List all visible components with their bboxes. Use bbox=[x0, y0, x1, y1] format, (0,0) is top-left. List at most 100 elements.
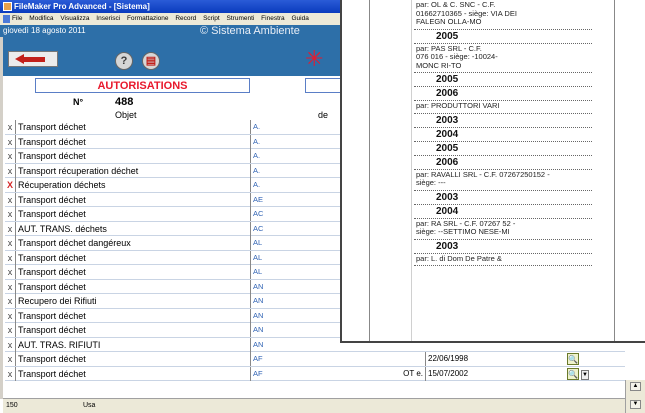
menu-inserisci[interactable]: Inserisci bbox=[96, 15, 120, 22]
table-row[interactable]: x Transport déchet AF OT e. 15/07/2002 🔍 ▼ bbox=[5, 366, 625, 381]
search-icon[interactable]: 🔍 bbox=[567, 367, 579, 380]
menu-formattazione[interactable]: Formattazione bbox=[127, 15, 169, 22]
delete-mark-icon[interactable]: x bbox=[5, 338, 15, 352]
delete-mark-icon[interactable]: x bbox=[5, 251, 15, 265]
code-cell[interactable]: AN bbox=[250, 337, 340, 352]
delete-mark-icon[interactable]: x bbox=[5, 164, 15, 178]
object-cell[interactable]: Transport récuperation déchet bbox=[15, 163, 250, 178]
delete-mark-icon[interactable]: x bbox=[5, 265, 15, 279]
delete-mark-icon[interactable]: x bbox=[5, 193, 15, 207]
object-cell[interactable]: Récuperation déchets bbox=[15, 178, 250, 192]
object-cell[interactable]: Transport déchet bbox=[15, 192, 250, 207]
code-cell[interactable]: AN bbox=[250, 323, 340, 337]
search-icon[interactable]: 🔍 bbox=[567, 353, 579, 365]
mode-selector[interactable]: Usa bbox=[83, 399, 95, 413]
menu-finestra[interactable]: Finestra bbox=[261, 15, 284, 22]
table-row[interactable]: x Transport déchet AF 22/06/1998 🔍 bbox=[5, 352, 625, 367]
code-cell[interactable]: AN bbox=[250, 308, 340, 323]
object-cell[interactable]: Transport déchet dangéreux bbox=[15, 236, 250, 250]
delete-mark-icon[interactable]: x bbox=[5, 236, 15, 250]
object-cell[interactable]: Transport déchet bbox=[15, 352, 250, 366]
scroll-down-icon[interactable]: ▼ bbox=[630, 400, 641, 409]
document-icon[interactable] bbox=[3, 15, 10, 23]
object-cell[interactable]: Transport déchet bbox=[15, 265, 250, 279]
year-entry[interactable]: 2003 bbox=[414, 240, 592, 254]
menu-visualizza[interactable]: Visualizza bbox=[60, 15, 89, 22]
client-cell[interactable]: OT e. bbox=[335, 367, 425, 381]
year-entry[interactable]: 2006 bbox=[414, 156, 592, 170]
dropdown-icon[interactable]: ▼ bbox=[581, 369, 589, 380]
delete-mark-icon[interactable]: x bbox=[5, 367, 15, 381]
object-cell[interactable]: Transport déchet bbox=[15, 279, 250, 294]
menu-guida[interactable]: Guida bbox=[291, 15, 308, 22]
menu-strumenti[interactable]: Strumenti bbox=[227, 15, 255, 22]
object-cell[interactable]: Transport déchet bbox=[15, 308, 250, 323]
sheet-button[interactable]: ▤ bbox=[142, 52, 160, 70]
code-cell[interactable]: A. bbox=[250, 120, 340, 134]
number-value[interactable]: 488 bbox=[115, 96, 133, 108]
code-cell[interactable]: AN bbox=[250, 279, 340, 294]
menu-modifica[interactable]: Modifica bbox=[29, 15, 53, 22]
code-cell[interactable]: AC bbox=[250, 207, 340, 221]
year-entry[interactable]: 2005 bbox=[414, 30, 592, 44]
year-entry[interactable]: 2003 bbox=[414, 114, 592, 128]
year-entry[interactable]: 2004 bbox=[414, 128, 592, 142]
delete-mark-icon[interactable]: X bbox=[5, 178, 15, 192]
object-cell[interactable]: Transport déchet bbox=[15, 134, 250, 149]
object-cell[interactable]: Transport déchet bbox=[15, 120, 250, 134]
date-cell[interactable]: 22/06/1998 bbox=[425, 352, 490, 366]
delete-mark-icon[interactable]: x bbox=[5, 222, 15, 236]
delete-mark-icon[interactable]: x bbox=[5, 149, 15, 163]
producer-entry[interactable]: par: PRODUTTORI VARI bbox=[414, 101, 592, 114]
object-cell[interactable]: AUT. TRANS. déchets bbox=[15, 221, 250, 236]
object-cell[interactable]: Transport déchet bbox=[15, 366, 250, 381]
menu-script[interactable]: Script bbox=[203, 15, 220, 22]
object-cell[interactable]: Transport déchet bbox=[15, 149, 250, 163]
delete-mark-icon[interactable]: x bbox=[5, 120, 15, 134]
delete-mark-icon[interactable]: x bbox=[5, 207, 15, 221]
producer-entry[interactable]: par: OL & C. SNC - C.F. 01662710365 - si… bbox=[414, 0, 592, 30]
scroll-up-icon[interactable]: ▲ bbox=[630, 382, 641, 391]
delete-mark-icon[interactable]: x bbox=[5, 309, 15, 323]
code-cell[interactable]: A. bbox=[250, 134, 340, 149]
year-entry[interactable]: 2004 bbox=[414, 205, 592, 219]
code-cell[interactable]: AL bbox=[250, 265, 340, 279]
delete-mark-icon[interactable]: x bbox=[5, 135, 15, 149]
producer-entry[interactable]: par: L. di Dom De Patre & bbox=[414, 254, 592, 266]
object-cell[interactable]: AUT. TRAS. RIFIUTI bbox=[15, 337, 250, 352]
code-cell[interactable]: AL bbox=[250, 250, 340, 265]
code-cell[interactable]: AL bbox=[250, 236, 340, 250]
delete-mark-icon[interactable]: x bbox=[5, 352, 15, 366]
year-entry[interactable]: 2006 bbox=[414, 87, 592, 101]
object-cell[interactable]: Transport déchet bbox=[15, 250, 250, 265]
menu-file[interactable]: File bbox=[12, 15, 22, 22]
year-entry[interactable]: 2003 bbox=[414, 191, 592, 205]
year-entry[interactable]: 2005 bbox=[414, 73, 592, 87]
object-cell[interactable]: Transport déchet bbox=[15, 207, 250, 221]
help-button[interactable]: ? bbox=[115, 52, 133, 70]
code-cell[interactable]: AC bbox=[250, 221, 340, 236]
code-cell[interactable]: AN bbox=[250, 294, 340, 308]
code-cell[interactable]: A. bbox=[250, 163, 340, 178]
header-field[interactable] bbox=[305, 78, 340, 93]
producer-entry[interactable]: par: RA SRL - C.F. 07267 52 - siège: --S… bbox=[414, 219, 592, 240]
star-icon[interactable]: ✳ bbox=[305, 48, 323, 70]
zoom-level[interactable]: 150 bbox=[6, 399, 18, 413]
code-cell[interactable]: AF bbox=[250, 352, 340, 366]
date-cell[interactable]: 15/07/2002 bbox=[425, 366, 490, 381]
delete-mark-icon[interactable]: x bbox=[5, 294, 15, 308]
year-entry[interactable]: 2005 bbox=[414, 142, 592, 156]
vertical-scrollbar[interactable]: ▲ ▼ bbox=[625, 380, 645, 413]
object-cell[interactable]: Recupero dei Rifiuti bbox=[15, 294, 250, 308]
object-cell[interactable]: Transport déchet bbox=[15, 323, 250, 337]
code-cell[interactable]: A. bbox=[250, 149, 340, 163]
producer-entry[interactable]: par: PAS SRL - C.F. 076 016 - siège: -10… bbox=[414, 44, 592, 73]
code-cell[interactable]: AE bbox=[250, 192, 340, 207]
delete-mark-icon[interactable]: x bbox=[5, 280, 15, 294]
back-button[interactable] bbox=[8, 51, 58, 67]
code-cell[interactable]: AF bbox=[250, 366, 340, 381]
producer-entry[interactable]: par: RAVALLI SRL - C.F. 07267250152 - si… bbox=[414, 170, 592, 191]
menu-record[interactable]: Record bbox=[175, 15, 196, 22]
delete-mark-icon[interactable]: x bbox=[5, 323, 15, 337]
code-cell[interactable]: A. bbox=[250, 178, 340, 192]
